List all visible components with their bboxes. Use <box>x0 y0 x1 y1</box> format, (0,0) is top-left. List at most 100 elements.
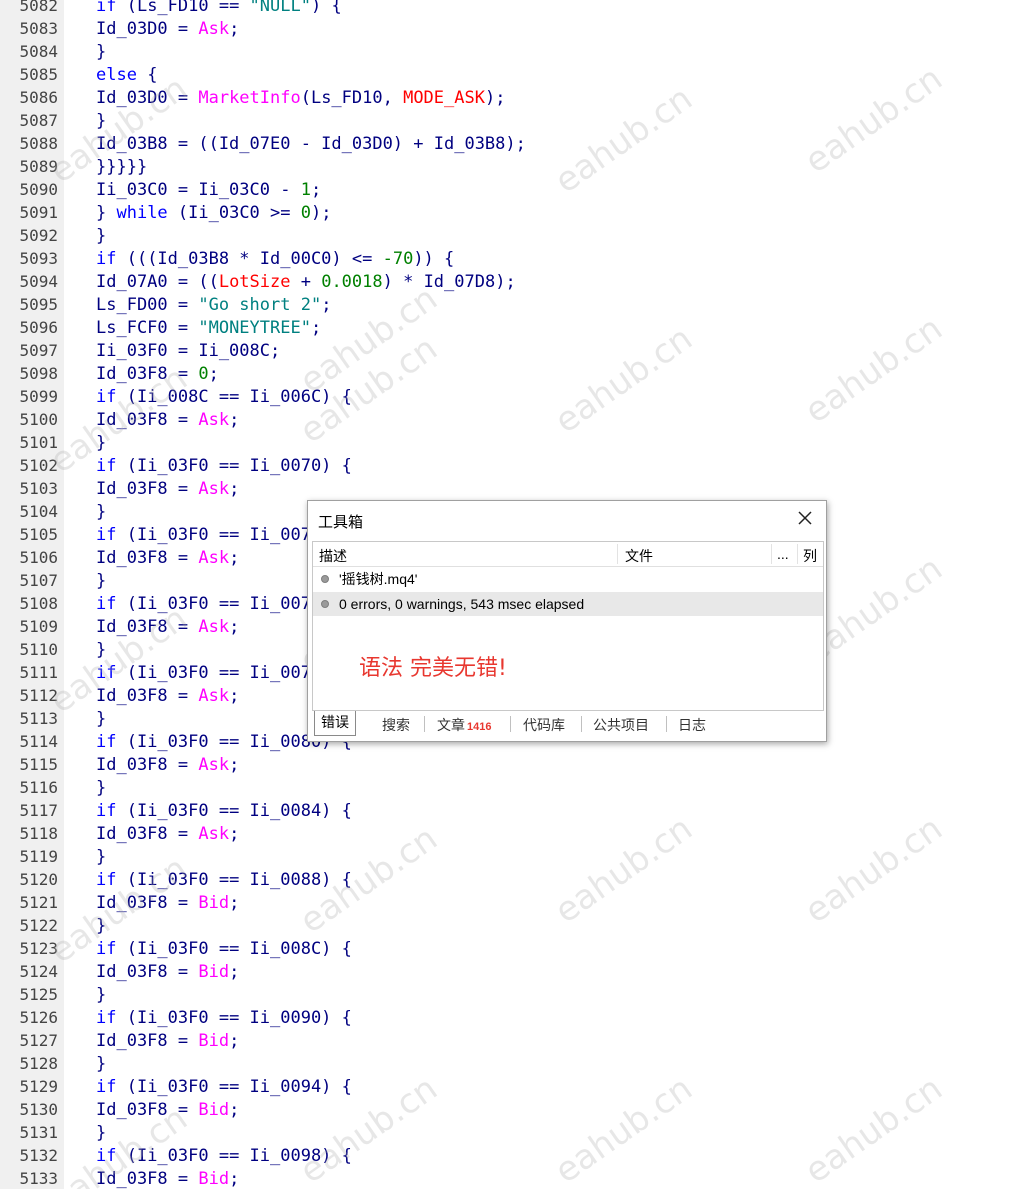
code-line[interactable]: 5092} <box>0 224 526 247</box>
line-number: 5118 <box>19 824 58 843</box>
code-line[interactable]: 5090 Ii_03C0 = Ii_03C0 - 1; <box>0 178 526 201</box>
code-line[interactable]: 5124 Id_03F8 = Bid; <box>0 960 526 983</box>
code-line[interactable]: 5127 Id_03F8 = Bid; <box>0 1029 526 1052</box>
close-icon[interactable] <box>794 507 816 529</box>
tab-public-projects[interactable]: 公共项目 <box>593 714 649 736</box>
column-divider[interactable] <box>771 544 772 564</box>
code-token: } <box>96 1123 107 1143</box>
code-line[interactable]: 5117 if (Ii_03F0 == Ii_0084) { <box>0 799 526 822</box>
line-number: 5117 <box>19 801 58 820</box>
column-header-description[interactable]: 描述 <box>319 546 347 566</box>
code-line[interactable]: 5093 if (((Id_03B8 * Id_00C0) <= -70)) { <box>0 247 526 270</box>
code-line[interactable]: 5082 if (Ls_FD10 == "NULL") { <box>0 0 526 17</box>
code-line[interactable]: 5126 if (Ii_03F0 == Ii_0090) { <box>0 1006 526 1029</box>
code-token: } <box>96 709 107 729</box>
code-line[interactable]: 5120 if (Ii_03F0 == Ii_0088) { <box>0 868 526 891</box>
line-number: 5122 <box>19 916 58 935</box>
tab-search[interactable]: 搜索 <box>382 714 410 736</box>
list-item[interactable]: 0 errors, 0 warnings, 543 msec elapsed <box>313 592 823 616</box>
code-line[interactable]: 5101} <box>0 431 526 454</box>
tab-articles[interactable]: 文章 1416 <box>437 714 491 736</box>
code-token: Ask <box>198 410 230 430</box>
list-header: 描述 文件 ... 列 <box>313 542 823 567</box>
column-divider[interactable] <box>797 544 798 564</box>
line-number: 5126 <box>19 1008 58 1027</box>
code-token: } <box>96 111 107 131</box>
code-token: Id_03F8 = <box>96 686 199 706</box>
code-token: else <box>96 65 137 85</box>
code-token: if <box>96 249 117 269</box>
code-line[interactable]: 5118 Id_03F8 = Ask; <box>0 822 526 845</box>
line-number: 5082 <box>19 0 58 15</box>
line-number: 5088 <box>19 134 58 153</box>
column-header-file[interactable]: 文件 <box>625 546 653 566</box>
watermark: eahub.cn <box>797 58 950 182</box>
code-token: Id_03F8 = <box>96 548 199 568</box>
code-token: Bid <box>198 1100 230 1120</box>
code-line[interactable]: 5086 Id_03D0 = MarketInfo(Ls_FD10, MODE_A… <box>0 86 526 109</box>
code-line[interactable]: 5091} while (Ii_03C0 >= 0); <box>0 201 526 224</box>
code-line[interactable]: 5100 Id_03F8 = Ask; <box>0 408 526 431</box>
code-line[interactable]: 5125} <box>0 983 526 1006</box>
list-item[interactable]: '摇钱树.mq4' <box>313 567 823 591</box>
code-line[interactable]: 5123 if (Ii_03F0 == Ii_008C) { <box>0 937 526 960</box>
line-number: 5131 <box>19 1123 58 1142</box>
code-line[interactable]: 5094 Id_07A0 = ((LotSize + 0.0018) * Id_0… <box>0 270 526 293</box>
code-token: if <box>96 732 117 752</box>
code-line[interactable]: 5097 Ii_03F0 = Ii_008C; <box>0 339 526 362</box>
code-line[interactable]: 5098 Id_03F8 = 0; <box>0 362 526 385</box>
code-line[interactable]: 5084} <box>0 40 526 63</box>
code-line[interactable]: 5087} <box>0 109 526 132</box>
code-token: Ii_03C0 = Ii_03C0 - <box>96 180 301 200</box>
code-token: Id_03D0 = <box>96 88 199 108</box>
code-line[interactable]: 5096 Ls_FCF0 = "MONEYTREE"; <box>0 316 526 339</box>
column-header-more[interactable]: ... <box>777 546 789 562</box>
code-line[interactable]: 5088 Id_03B8 = ((Id_07E0 - Id_03D0) + Id_… <box>0 132 525 155</box>
code-token: } <box>96 203 117 223</box>
code-line[interactable]: 5083 Id_03D0 = Ask; <box>0 17 526 40</box>
code-line[interactable]: 5133 Id_03F8 = Bid; <box>0 1167 526 1189</box>
code-line[interactable]: 5119} <box>0 845 526 868</box>
code-token: (Ii_03F0 == Ii_0090) { <box>116 1008 352 1028</box>
code-line[interactable]: 5131} <box>0 1121 526 1144</box>
status-dot-icon <box>321 600 329 608</box>
code-token: Ls_FCF0 = <box>96 318 199 338</box>
code-token: ; <box>229 1031 240 1051</box>
code-token: if <box>96 594 117 614</box>
tab-code-base[interactable]: 代码库 <box>523 714 565 736</box>
tab-journal[interactable]: 日志 <box>678 714 706 736</box>
column-header-column[interactable]: 列 <box>803 546 817 566</box>
line-number: 5133 <box>19 1169 58 1188</box>
code-line[interactable]: 5102 if (Ii_03F0 == Ii_0070) { <box>0 454 526 477</box>
toolbox-title: 工具箱 <box>318 514 364 531</box>
code-line[interactable]: 5089}}}}} <box>0 155 526 178</box>
line-number: 5108 <box>19 594 58 613</box>
code-token: Id_03F8 = <box>96 364 199 384</box>
code-token: if <box>96 456 117 476</box>
code-line[interactable]: 5095 Ls_FD00 = "Go short 2"; <box>0 293 526 316</box>
code-line[interactable]: 5129 if (Ii_03F0 == Ii_0094) { <box>0 1075 526 1098</box>
code-line[interactable]: 5116} <box>0 776 526 799</box>
code-token: (Ii_03F0 == Ii_008C) { <box>116 939 352 959</box>
code-token: Id_03F8 = <box>96 1169 199 1189</box>
tab-errors[interactable]: 错误 <box>314 711 356 736</box>
column-divider[interactable] <box>617 544 618 564</box>
code-line[interactable]: 5115 Id_03F8 = Ask; <box>0 753 526 776</box>
code-token: if <box>96 387 117 407</box>
toolbox-tabs: 错误 搜索 文章 1416 代码库 公共项目 日志 <box>312 711 824 737</box>
code-line[interactable]: 5132 if (Ii_03F0 == Ii_0098) { <box>0 1144 526 1167</box>
code-line[interactable]: 5130 Id_03F8 = Bid; <box>0 1098 526 1121</box>
code-line[interactable]: 5121 Id_03F8 = Bid; <box>0 891 526 914</box>
code-token: } <box>96 433 107 453</box>
line-number: 5125 <box>19 985 58 1004</box>
code-token: "MONEYTREE" <box>198 318 311 338</box>
line-number: 5116 <box>19 778 58 797</box>
code-line[interactable]: 5099 if (Ii_008C == Ii_006C) { <box>0 385 526 408</box>
code-token: 1 <box>300 180 311 200</box>
code-line[interactable]: 5122} <box>0 914 526 937</box>
code-token: ) * Id_07D8); <box>382 272 516 292</box>
code-line[interactable]: 5128} <box>0 1052 526 1075</box>
code-line[interactable]: 5103 Id_03F8 = Ask; <box>0 477 526 500</box>
code-line[interactable]: 5085 else { <box>0 63 526 86</box>
list-item-text: 0 errors, 0 warnings, 543 msec elapsed <box>339 596 585 612</box>
